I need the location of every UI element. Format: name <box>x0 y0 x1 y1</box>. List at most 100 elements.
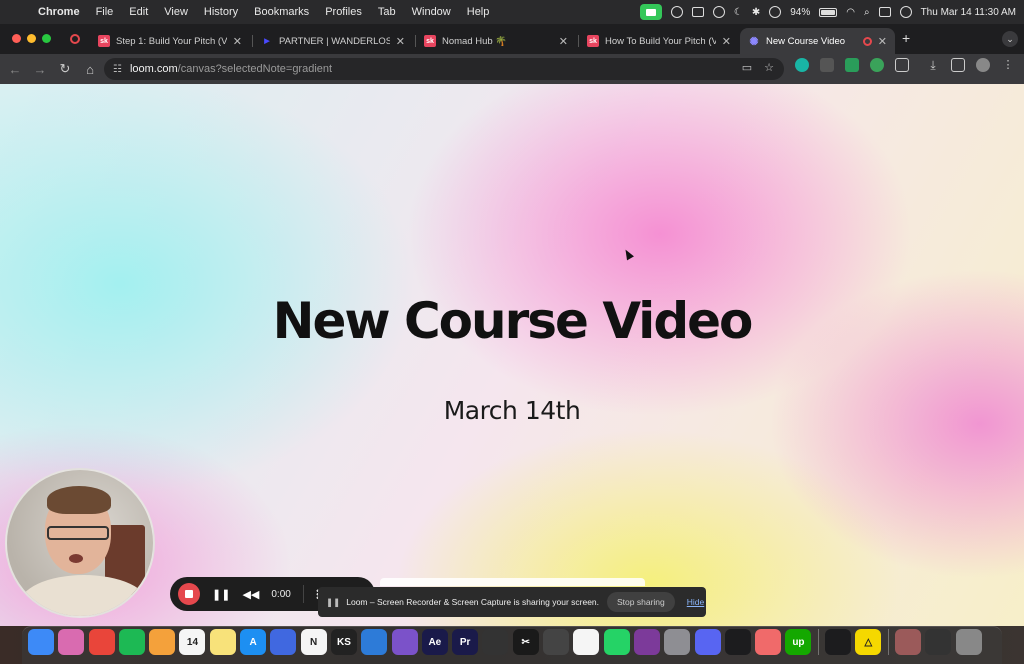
close-tab-icon[interactable]: ✕ <box>233 35 242 48</box>
menu-app-name[interactable]: Chrome <box>30 6 88 18</box>
close-tab-icon[interactable]: ✕ <box>396 35 405 48</box>
spotify-icon[interactable] <box>118 629 145 655</box>
dock-divider <box>817 629 819 655</box>
discord-icon[interactable] <box>694 629 721 655</box>
notion-icon[interactable]: N <box>300 629 327 655</box>
menu-help[interactable]: Help <box>459 6 498 18</box>
tab-nomad-hub[interactable]: sk Nomad Hub 🌴 ✕ <box>416 28 576 54</box>
chrome-icon[interactable] <box>88 629 115 655</box>
tab-how-to-build[interactable]: sk How To Build Your Pitch (Vide ✕ <box>579 28 739 54</box>
downloads-icon[interactable] <box>894 629 921 655</box>
site-settings-icon[interactable]: ☷ <box>113 64 122 75</box>
extension-download-icon[interactable] <box>820 58 834 72</box>
ks-icon[interactable]: KS <box>330 629 357 655</box>
photos-icon[interactable] <box>149 629 176 655</box>
obsidian-icon[interactable] <box>391 629 418 655</box>
close-tab-icon[interactable]: ✕ <box>559 35 568 48</box>
menu-window[interactable]: Window <box>404 6 459 18</box>
address-bar[interactable]: ☷ loom.com/canvas?selectedNote=gradient … <box>104 58 784 80</box>
url-host: loom.com <box>129 63 178 75</box>
menu-view[interactable]: View <box>156 6 196 18</box>
restart-recording-button[interactable]: ◀◀ <box>242 588 259 601</box>
webcam-bubble[interactable] <box>5 468 155 618</box>
extensions-puzzle-icon[interactable] <box>895 58 909 72</box>
back-button[interactable]: ← <box>4 58 26 80</box>
screen-icon[interactable] <box>925 629 952 655</box>
tab-strip: sk Step 1: Build Your Pitch (Vide ✕ ▶ PA… <box>0 24 1024 54</box>
screen-icon[interactable] <box>691 7 704 17</box>
trash-icon[interactable] <box>955 629 982 655</box>
chrome-menu-icon[interactable]: ⋮ <box>1001 58 1015 72</box>
menu-bookmarks[interactable]: Bookmarks <box>246 6 317 18</box>
new-tab-button[interactable]: + <box>902 30 910 46</box>
control-center-icon[interactable] <box>878 7 891 17</box>
wifi-icon[interactable]: ◠ <box>846 7 855 18</box>
menu-file[interactable]: File <box>88 6 122 18</box>
tab-search-chevron-icon[interactable]: ⌄ <box>1002 31 1018 47</box>
profile-avatar[interactable] <box>976 58 990 72</box>
capcut-icon[interactable]: ✂ <box>512 629 539 655</box>
play-icon[interactable] <box>769 6 782 18</box>
tab-partner[interactable]: ▶ PARTNER | WANDERLOST - F ✕ <box>253 28 413 54</box>
tab-new-course-video[interactable]: ✺ New Course Video ✕ <box>740 28 895 54</box>
whatsapp-icon[interactable] <box>603 629 630 655</box>
battery-percent: 94% <box>790 6 811 18</box>
time-machine-icon[interactable] <box>712 6 725 18</box>
bookmark-star-icon[interactable]: ☆ <box>764 61 774 74</box>
close-tab-icon[interactable]: ✕ <box>878 35 887 48</box>
asana-icon[interactable] <box>755 629 782 655</box>
slack-icon[interactable] <box>573 629 600 655</box>
downloads-icon[interactable]: ⤓ <box>926 58 940 72</box>
menu-history[interactable]: History <box>196 6 246 18</box>
loom-icon[interactable] <box>825 629 852 655</box>
tab-step1[interactable]: sk Step 1: Build Your Pitch (Vide ✕ <box>90 28 250 54</box>
extension-recycle-icon[interactable] <box>870 58 884 72</box>
notes-icon[interactable] <box>209 629 236 655</box>
hide-notice-link[interactable]: Hide <box>687 597 704 607</box>
voice-memos-icon[interactable] <box>724 629 751 655</box>
clock[interactable]: Thu Mar 14 11:30 AM <box>921 7 1016 18</box>
pause-recording-button[interactable]: ❚❚ <box>212 588 230 601</box>
spotlight-icon[interactable]: ⌕ <box>864 7 870 18</box>
calendar-icon[interactable]: 14 <box>179 629 206 655</box>
camera-in-use-icon[interactable] <box>639 4 662 20</box>
moon-icon[interactable]: ☾ <box>734 7 743 18</box>
home-button[interactable]: ⌂ <box>79 58 101 80</box>
minimize-window-button[interactable] <box>27 34 36 43</box>
extension-green-icon[interactable] <box>845 58 859 72</box>
delta-icon[interactable]: △ <box>855 629 882 655</box>
upwork-icon[interactable]: up <box>785 629 812 655</box>
forward-button[interactable]: → <box>29 58 51 80</box>
webcam-person-glasses <box>47 526 109 540</box>
finder-icon[interactable] <box>28 629 54 655</box>
app-store-icon[interactable]: A <box>240 629 267 655</box>
zoom-window-button[interactable] <box>42 34 51 43</box>
after-effects-icon[interactable]: Ae <box>421 629 448 655</box>
menu-edit[interactable]: Edit <box>121 6 156 18</box>
menu-profiles[interactable]: Profiles <box>317 6 370 18</box>
final-cut-icon[interactable] <box>482 629 509 655</box>
sk-favicon-icon: sk <box>587 35 599 47</box>
bluetooth-icon[interactable]: ✱ <box>752 7 760 18</box>
reload-button[interactable]: ↻ <box>54 58 76 80</box>
linear-icon[interactable] <box>633 629 660 655</box>
launchpad-icon[interactable] <box>58 629 85 655</box>
premiere-icon[interactable]: Pr <box>452 629 479 655</box>
recording-indicator-icon[interactable] <box>70 34 80 44</box>
siri-icon[interactable] <box>899 6 912 18</box>
extension-chatgpt-icon[interactable] <box>795 58 809 72</box>
stop-recording-button[interactable] <box>178 583 200 605</box>
safari-icon[interactable] <box>361 629 388 655</box>
side-panel-icon[interactable] <box>951 58 965 72</box>
close-window-button[interactable] <box>12 34 21 43</box>
loom-status-icon[interactable] <box>670 6 683 18</box>
nordvpn-icon[interactable] <box>270 629 297 655</box>
battery-icon[interactable] <box>819 7 838 17</box>
settings-icon[interactable] <box>664 629 691 655</box>
chatgpt-icon[interactable] <box>543 629 570 655</box>
menu-tab[interactable]: Tab <box>370 6 404 18</box>
stop-sharing-button[interactable]: Stop sharing <box>607 592 675 612</box>
camera-permission-icon[interactable]: ▭ <box>742 61 752 74</box>
controls-divider <box>302 585 304 603</box>
close-tab-icon[interactable]: ✕ <box>722 35 731 48</box>
